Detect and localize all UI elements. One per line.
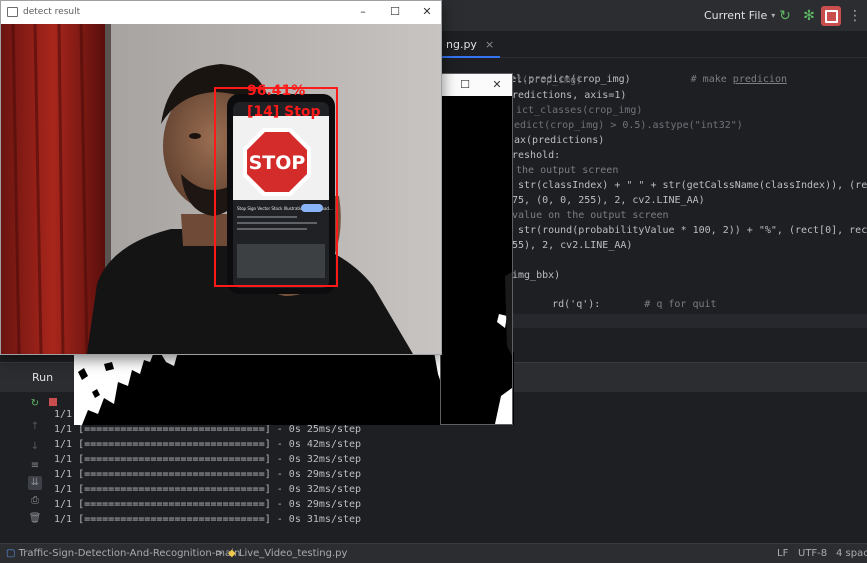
code-line: t(crop_img) <box>516 75 583 86</box>
code-line: str(round(probabilityValue * 100, 2)) + … <box>512 225 867 236</box>
print-icon[interactable]: ⎙ <box>28 494 42 508</box>
rerun-icon[interactable]: ↻ <box>775 6 795 26</box>
scroll-to-end-icon[interactable]: ⇊ <box>28 476 42 490</box>
console-line: 1/1 [==============================] - 0… <box>54 514 362 525</box>
code-line: redictions, axis=1) <box>512 90 627 101</box>
detection-probability-label: 96.41% <box>247 83 306 99</box>
screen: Current File ▾ ↻ ✻ ⋮ ng.py × = model.pre… <box>0 0 867 563</box>
code-line: 55), 2, cv2.LINE_AA) <box>512 240 633 251</box>
window-app-icon <box>7 7 18 17</box>
threshold-window-titlebar: ☐ ✕ <box>441 74 512 96</box>
close-icon[interactable]: ✕ <box>417 4 437 20</box>
line-ending[interactable]: LF <box>777 544 788 563</box>
console-line: 1/1 [==============================] - 0… <box>54 484 362 495</box>
phone: STOP Stop Sign Vector Stock Illustration… <box>227 94 335 294</box>
code-line: ict_classes(crop_img) <box>516 105 643 116</box>
run-console-toolbar: ↻ ↑ ↓ ≡ ⇊ ⎙ 🗑 <box>24 392 57 543</box>
debug-bug-icon[interactable]: ✻ <box>799 6 819 26</box>
code-line: reshold: <box>512 150 561 161</box>
code-line: rd('q'): # q for quit <box>552 299 717 310</box>
code-line: = model.predict(crop_img) # make predicio… <box>480 74 787 85</box>
phone-sign-text: STOP <box>249 152 306 174</box>
detect-result-window[interactable]: detect result – ☐ ✕ STOP Stop Sign Vecto… <box>0 0 442 355</box>
window-title: detect result <box>23 7 81 17</box>
project-icon: ▢ <box>6 548 16 559</box>
threshold-window[interactable]: ☐ ✕ <box>440 73 513 425</box>
indent-setting[interactable]: 4 spac <box>836 544 867 563</box>
code-line: img_bbx) <box>512 270 561 281</box>
run-config-selector[interactable]: Current File ▾ <box>698 7 781 25</box>
code-line: value on the output screen <box>512 210 669 221</box>
trash-icon[interactable]: 🗑 <box>28 512 42 526</box>
rerun-icon[interactable]: ↻ <box>28 397 42 411</box>
down-arrow-icon[interactable]: ↓ <box>28 440 42 454</box>
file-encoding[interactable]: UTF-8 <box>798 544 827 563</box>
maximize-icon[interactable]: ☐ <box>455 77 475 93</box>
console-line: 1/1 <box>54 409 73 420</box>
more-vertical-icon[interactable]: ⋮ <box>845 6 865 26</box>
close-icon[interactable]: × <box>485 32 494 56</box>
console-line: 1/1 [==============================] - 0… <box>54 454 362 465</box>
file-breadcrumb[interactable]: ◆ Live_Video_testing.py <box>228 544 347 563</box>
code-line: str(classIndex) + " " + str(getCalssName… <box>512 180 867 191</box>
maximize-icon[interactable]: ☐ <box>385 4 405 20</box>
code-line: 75, (0, 0, 255), 2, cv2.LINE_AA) <box>512 195 705 206</box>
console-line: 1/1 [==============================] - 0… <box>54 439 362 450</box>
up-arrow-icon[interactable]: ↑ <box>28 420 42 434</box>
tab-live-video-testing[interactable]: ng.py × <box>440 32 501 58</box>
code-line: ax(predictions) <box>514 135 605 146</box>
tab-label: ng.py <box>446 38 477 51</box>
minimize-icon[interactable]: – <box>353 4 373 20</box>
detection-class-label: [14] Stop <box>247 104 321 120</box>
code-line: the output screen <box>516 165 619 176</box>
run-tool-title: Run <box>32 371 54 384</box>
status-bar: ▢ Traffic-Sign-Detection-And-Recognition… <box>0 543 867 563</box>
close-icon[interactable]: ✕ <box>487 77 507 93</box>
project-breadcrumb[interactable]: ▢ Traffic-Sign-Detection-And-Recognition… <box>6 544 240 563</box>
code-line: edict(crop_img) > 0.5).astype("int32") <box>514 120 743 131</box>
camera-frame: STOP Stop Sign Vector Stock Illustration… <box>1 24 441 354</box>
stop-icon[interactable] <box>821 6 841 26</box>
detect-window-titlebar: detect result – ☐ ✕ <box>1 1 441 24</box>
current-line-highlight <box>512 314 867 328</box>
camera-image: STOP Stop Sign Vector Stock Illustration… <box>1 24 441 354</box>
soft-wrap-icon[interactable]: ≡ <box>28 459 42 473</box>
run-config-label: Current File <box>704 9 768 22</box>
breadcrumb-separator: > <box>215 548 224 559</box>
console-line: 1/1 [==============================] - 0… <box>54 499 362 510</box>
python-file-icon: ◆ <box>228 548 236 559</box>
threshold-mask-image <box>441 96 512 424</box>
console-line: 1/1 [==============================] - 0… <box>54 469 362 480</box>
